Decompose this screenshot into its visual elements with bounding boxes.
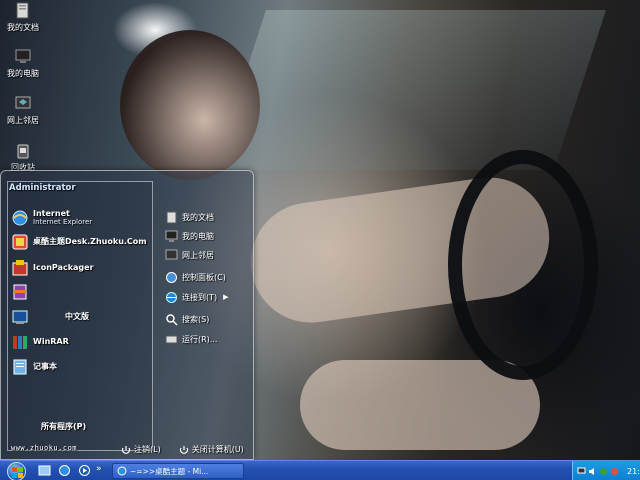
wallpaper-steering-wheel [448,150,598,380]
taskbar: » ~=>>桌酷主题 - Mi... 21:46 [0,460,640,480]
logoff-button[interactable]: 注销(L) [121,444,161,455]
quicklaunch-expand-icon[interactable]: » [96,464,102,474]
wallpaper-figure-legs [300,360,540,450]
connect-to-icon [166,291,177,303]
desktop-icon-label: 我的文档 [7,23,39,32]
documents-folder-icon [16,2,29,19]
recycle-bin-icon [17,144,29,159]
place-label: 我的电脑 [182,231,214,241]
tray-volume-icon[interactable] [588,467,597,476]
place-connect-to[interactable]: 连接到(T) ▶ [165,289,229,305]
start-menu-username: Administrator [9,183,76,193]
wallpaper-figure-body [243,169,557,331]
network-icon [165,249,178,259]
place-control-panel[interactable]: 控制面板(C) [165,269,226,285]
desktop-icon-recycle-bin[interactable]: 回收站 [0,142,46,173]
place-label: 搜索(S) [182,314,210,324]
computer-monitor-icon [15,49,31,63]
network-places-icon [15,96,31,109]
taskbar-clock[interactable]: 21:46 [627,467,640,476]
wallpaper-figure-head [120,30,260,180]
quicklaunch-show-desktop-icon[interactable] [38,464,51,477]
place-network[interactable]: 网上邻居 [165,247,214,263]
winrar-books-icon [13,336,27,349]
logoff-icon [121,445,131,454]
start-menu-footer: 注销(L) 关闭计算机(U) [121,444,244,455]
desktop-icon-label: 我的电脑 [7,69,39,78]
place-my-computer[interactable]: 我的电脑 [165,228,214,244]
notepad-icon [13,359,27,375]
chinese-app-icon [12,310,28,324]
place-my-documents[interactable]: 我的文档 [165,209,214,225]
tray-antivirus-icon[interactable] [610,467,619,476]
place-label: 我的文档 [182,212,214,222]
program-recent-1[interactable] [11,282,33,302]
desktop-icon-label: 网上邻居 [7,116,39,125]
start-button[interactable] [7,462,26,480]
zhuoku-theme-icon [12,234,28,250]
browser-window-icon [117,466,127,476]
program-internet-explorer[interactable]: Internet Internet Explorer [11,208,92,228]
all-programs-button[interactable]: 所有程序(P) [41,421,86,432]
program-iconpackager[interactable]: IconPackager [11,258,94,278]
windows-logo-icon [12,467,23,478]
place-label: 运行(R)... [182,334,218,344]
shutdown-label: 关闭计算机(U) [191,445,244,454]
search-icon [166,313,178,326]
my-documents-icon [166,211,177,223]
quicklaunch-media-player-icon[interactable] [78,464,91,477]
program-name: 记事本 [33,361,57,371]
system-tray: 21:46 [572,461,640,480]
taskbar-window-title: ~=>>桌酷主题 - Mi... [130,466,209,476]
site-url: www.zhuoku.com [11,444,78,452]
submenu-arrow-icon: ▶ [223,293,229,301]
my-computer-icon [165,230,178,242]
desktop-icon-my-computer[interactable]: 我的电脑 [0,48,46,79]
place-search[interactable]: 搜索(S) [165,311,209,327]
place-label: 连接到(T) [182,292,218,302]
program-subtitle: Internet Explorer [33,217,93,226]
logoff-label: 注销(L) [134,445,161,454]
winrar-icon [13,284,27,300]
quicklaunch-internet-explorer-icon[interactable] [58,464,71,477]
program-recent-2[interactable]: 中文版 [11,307,89,327]
power-icon [179,445,188,454]
taskbar-window-button[interactable]: ~=>>桌酷主题 - Mi... [112,463,244,479]
program-recent-3[interactable]: WinRAR [11,332,69,352]
control-panel-icon [166,271,177,283]
program-name: WinRAR [33,336,69,346]
place-label: 控制面板(C) [182,272,226,282]
iconpackager-icon [12,260,28,276]
desktop-icon-my-documents[interactable]: 我的文档 [0,2,46,33]
program-zhuoku-theme[interactable]: 桌酷主题Desk.Zhuoku.Com [11,232,147,252]
desktop-icon-network[interactable]: 网上邻居 [0,95,46,126]
program-name: 中文版 [65,311,89,321]
start-menu-places-pane: 我的文档 我的电脑 网上邻居 控制面板(C) 连接到(T) ▶ 搜索(S) 运行… [153,181,249,441]
program-recent-4[interactable]: 记事本 [11,357,57,377]
place-label: 网上邻居 [182,250,214,260]
program-name: 桌酷主题Desk.Zhuoku.Com [33,236,147,246]
start-menu: Administrator Internet Internet Explorer… [0,170,254,460]
wallpaper-window-glass [214,10,606,170]
program-name: IconPackager [33,262,94,272]
shutdown-button[interactable]: 关闭计算机(U) [179,444,244,455]
place-run[interactable]: 运行(R)... [165,331,217,347]
tray-network-icon[interactable] [577,467,586,476]
internet-explorer-icon [12,210,28,226]
run-icon [165,335,178,343]
tray-messenger-icon[interactable] [599,467,608,476]
